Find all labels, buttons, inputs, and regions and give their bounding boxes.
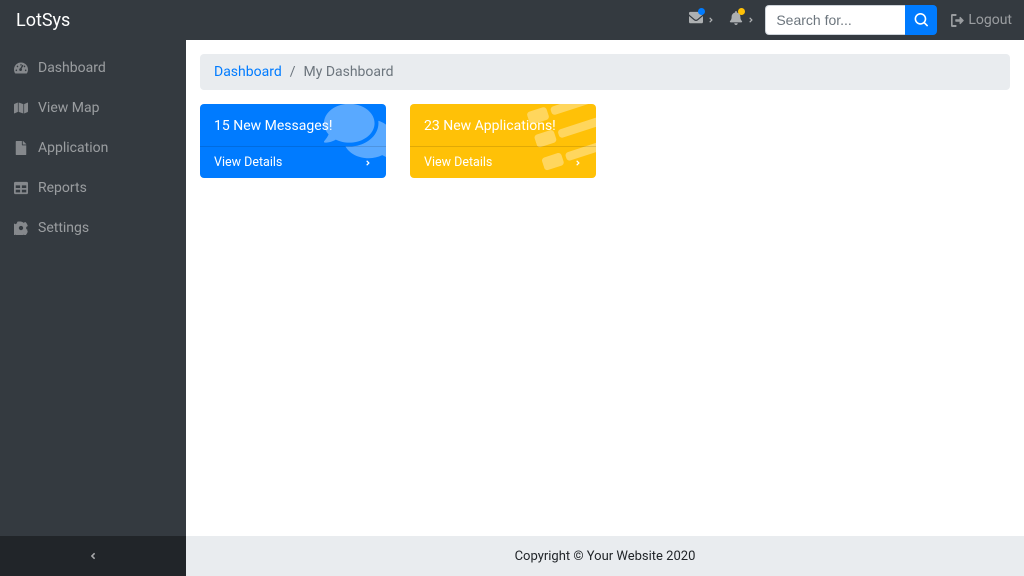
sidebar-item-label: Settings [38,220,89,236]
chevron-left-icon [88,551,98,561]
topbar-icon-group [689,11,755,29]
tachometer-icon [14,61,28,75]
breadcrumb: Dashboard / My Dashboard [200,54,1010,90]
table-icon [14,181,28,195]
breadcrumb-current: My Dashboard [304,64,394,80]
card-count: 23 [424,118,440,134]
card-label: New Applications! [443,118,556,134]
topbar: LotSys Logout [0,0,1024,40]
sidebar-item-settings[interactable]: Settings [0,208,186,248]
badge-dot-icon [738,8,745,15]
sidebar-item-reports[interactable]: Reports [0,168,186,208]
card-cta-label: View Details [424,155,492,170]
search-form [765,5,937,35]
card-count: 15 [214,118,230,134]
chevron-right-icon [574,159,582,167]
chevron-right-icon [747,16,755,24]
sidebar-item-label: Application [38,140,108,156]
card-title: 15 New Messages! [214,118,332,134]
logout-label: Logout [968,12,1012,28]
sidebar-collapse-toggle[interactable] [0,536,186,576]
card-view-details[interactable]: View Details [410,146,596,178]
brand[interactable]: LotSys [12,10,70,31]
card-view-details[interactable]: View Details [200,146,386,178]
breadcrumb-root[interactable]: Dashboard [214,64,282,80]
card-label: New Messages! [233,118,332,134]
messages-dropdown[interactable] [689,11,715,29]
sidebar-item-label: Dashboard [38,60,106,76]
sidebar: Dashboard View Map Application Reports S… [0,40,186,576]
file-icon [14,141,28,155]
alerts-dropdown[interactable] [729,11,755,29]
gear-icon [14,221,28,235]
card-messages: 15 New Messages! View Details [200,104,386,178]
card-applications: 23 New Applications! View Details [410,104,596,178]
search-icon [914,13,928,27]
badge-dot-icon [698,8,705,15]
main: Dashboard / My Dashboard 15 New Messages… [186,40,1024,576]
search-button[interactable] [905,5,937,35]
logout-link[interactable]: Logout [951,12,1012,28]
card-title: 23 New Applications! [424,118,556,134]
page-footer: Copyright © Your Website 2020 [186,536,1024,576]
footer-text: Copyright © Your Website 2020 [515,549,696,564]
sidebar-item-view-map[interactable]: View Map [0,88,186,128]
chevron-right-icon [707,16,715,24]
sign-out-icon [951,14,964,27]
chevron-right-icon [364,159,372,167]
search-input[interactable] [765,5,905,35]
breadcrumb-separator: / [290,64,296,80]
bell-icon [729,11,743,29]
envelope-icon [689,11,703,29]
sidebar-item-dashboard[interactable]: Dashboard [0,48,186,88]
sidebar-item-label: View Map [38,100,99,116]
map-icon [14,101,28,115]
sidebar-item-label: Reports [38,180,87,196]
sidebar-item-application[interactable]: Application [0,128,186,168]
card-cta-label: View Details [214,155,282,170]
